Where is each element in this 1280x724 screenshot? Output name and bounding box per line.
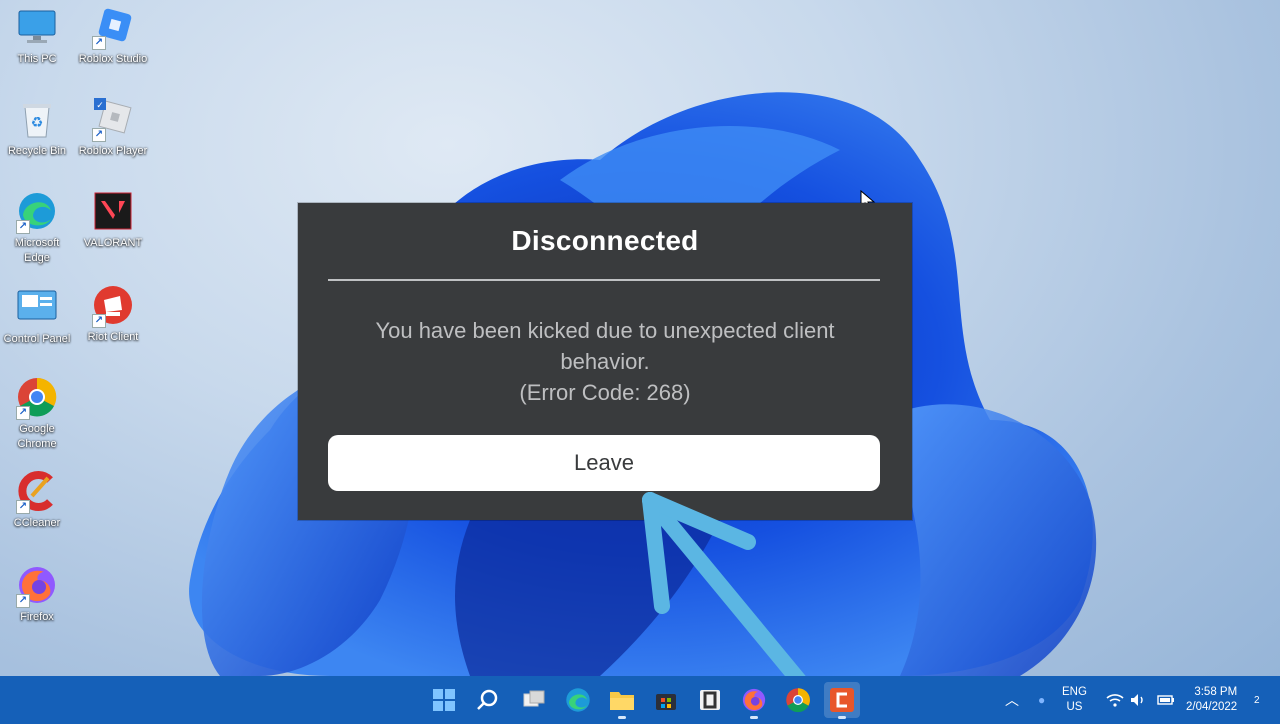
task-view-button[interactable] (516, 682, 552, 718)
shortcut-arrow-icon: ↗ (16, 220, 30, 234)
svg-text:✓: ✓ (96, 100, 104, 110)
camtasia-icon (830, 688, 854, 712)
monitor-icon (16, 6, 58, 48)
desktop-icon-label: Firefox (20, 611, 54, 623)
taskbar-firefox[interactable] (736, 682, 772, 719)
taskbar-store[interactable] (648, 682, 684, 718)
roblox-player-icon: ✓ ↗ (92, 98, 134, 142)
desktop-icon-label: CCleaner (13, 517, 61, 529)
taskbar-camtasia[interactable] (824, 682, 860, 719)
wifi-icon[interactable] (1106, 693, 1124, 707)
start-icon (433, 689, 455, 711)
dialog-divider (328, 279, 880, 281)
clock-time: 3:58 PM (1194, 686, 1238, 698)
language-indicator[interactable]: ENG US (1062, 685, 1087, 715)
desktop-icon-label: Riot Client (87, 331, 139, 343)
language-code: ENG (1062, 686, 1087, 698)
taskbar: ︿ ● ENG US 3:58 PM 2/04/2022 2 (0, 676, 1280, 724)
shortcut-arrow-icon: ↗ (92, 36, 106, 50)
desktop-icon-this-pc[interactable]: This PC (0, 6, 74, 67)
running-indicator (750, 716, 758, 719)
desktop-icon-roblox-player[interactable]: ✓ ↗ Roblox Player (76, 98, 150, 159)
desktop-icon-valorant[interactable]: VALORANT (76, 190, 150, 251)
running-indicator (618, 716, 626, 719)
task-view-icon (523, 690, 545, 707)
battery-icon[interactable] (1156, 693, 1176, 707)
chevron-up-icon[interactable]: ︿ (1002, 690, 1022, 710)
desktop-icon-google-chrome[interactable]: ↗ Google Chrome (0, 376, 74, 452)
edge-icon (566, 688, 590, 712)
running-indicator (838, 716, 846, 719)
notification-count[interactable]: 2 (1254, 695, 1260, 706)
volume-icon[interactable] (1130, 693, 1146, 707)
clock-date: 2/04/2022 (1186, 701, 1238, 713)
desktop-icon-ccleaner[interactable]: ↗ CCleaner (0, 470, 74, 531)
valorant-icon (92, 190, 134, 232)
recycle-bin-icon: ♻ (16, 98, 58, 140)
office-icon (700, 690, 720, 710)
riot-client-icon: ↗ (92, 284, 134, 328)
desktop-icon-label: This PC (17, 53, 57, 65)
desktop-icon-label: VALORANT (83, 237, 143, 249)
shortcut-arrow-icon: ↗ (92, 314, 106, 328)
roblox-studio-icon: ↗ (92, 6, 134, 50)
start-button[interactable] (426, 682, 462, 718)
taskbar-chrome[interactable] (780, 682, 816, 718)
desktop-icon-label: Control Panel (3, 333, 71, 345)
dialog-title: Disconnected (511, 225, 699, 256)
error-code: (Error Code: 268) (519, 380, 691, 405)
shortcut-arrow-icon: ↗ (16, 594, 30, 608)
edge-icon: ↗ (16, 190, 58, 234)
ccleaner-icon: ↗ (16, 470, 58, 514)
dialog-message-line: You have been kicked due to unexpected c… (375, 318, 835, 343)
taskbar-office[interactable] (692, 682, 728, 718)
leave-button[interactable]: Leave (328, 435, 880, 491)
dialog-message-line: behavior. (560, 349, 650, 374)
desktop-icon-control-panel[interactable]: Control Panel (0, 286, 74, 347)
firefox-icon (742, 688, 766, 712)
region-code: US (1066, 701, 1083, 713)
desktop-icon-label: Roblox Studio (78, 53, 148, 65)
clock[interactable]: 3:58 PM 2/04/2022 (1186, 685, 1237, 715)
taskbar-file-explorer[interactable] (604, 682, 640, 719)
desktop-icon-firefox[interactable]: ↗ Firefox (0, 564, 74, 625)
desktop-icon-riot-client[interactable]: ↗ Riot Client (76, 284, 150, 345)
desktop-icon-recycle-bin[interactable]: ♻ Recycle Bin (0, 98, 74, 159)
desktop-icon-label: Recycle Bin (7, 145, 67, 157)
shortcut-arrow-icon: ↗ (16, 500, 30, 514)
shortcut-arrow-icon: ↗ (92, 128, 106, 142)
desktop-icon-microsoft-edge[interactable]: ↗ Microsoft Edge (0, 190, 74, 266)
desktop-icon-roblox-studio[interactable]: ↗ Roblox Studio (76, 6, 150, 67)
onedrive-icon[interactable]: ● (1038, 693, 1045, 707)
shortcut-arrow-icon: ↗ (16, 406, 30, 420)
control-panel-icon (16, 286, 58, 328)
search-button[interactable] (470, 682, 506, 718)
firefox-icon: ↗ (16, 564, 58, 608)
taskbar-edge[interactable] (560, 682, 596, 718)
chrome-icon: ↗ (16, 376, 58, 420)
svg-text:♻: ♻ (31, 114, 44, 130)
desktop-icon-label: Roblox Player (78, 145, 148, 157)
file-explorer-icon (610, 692, 634, 710)
chrome-icon (786, 688, 810, 713)
desktop-icon-label: Google Chrome (17, 423, 57, 450)
store-icon (656, 694, 676, 710)
desktop-icon-label: Microsoft Edge (14, 237, 60, 264)
search-icon (477, 689, 498, 710)
disconnected-dialog: Disconnected You have been kicked due to… (298, 203, 912, 520)
dialog-message: You have been kicked due to unexpected c… (338, 315, 872, 408)
